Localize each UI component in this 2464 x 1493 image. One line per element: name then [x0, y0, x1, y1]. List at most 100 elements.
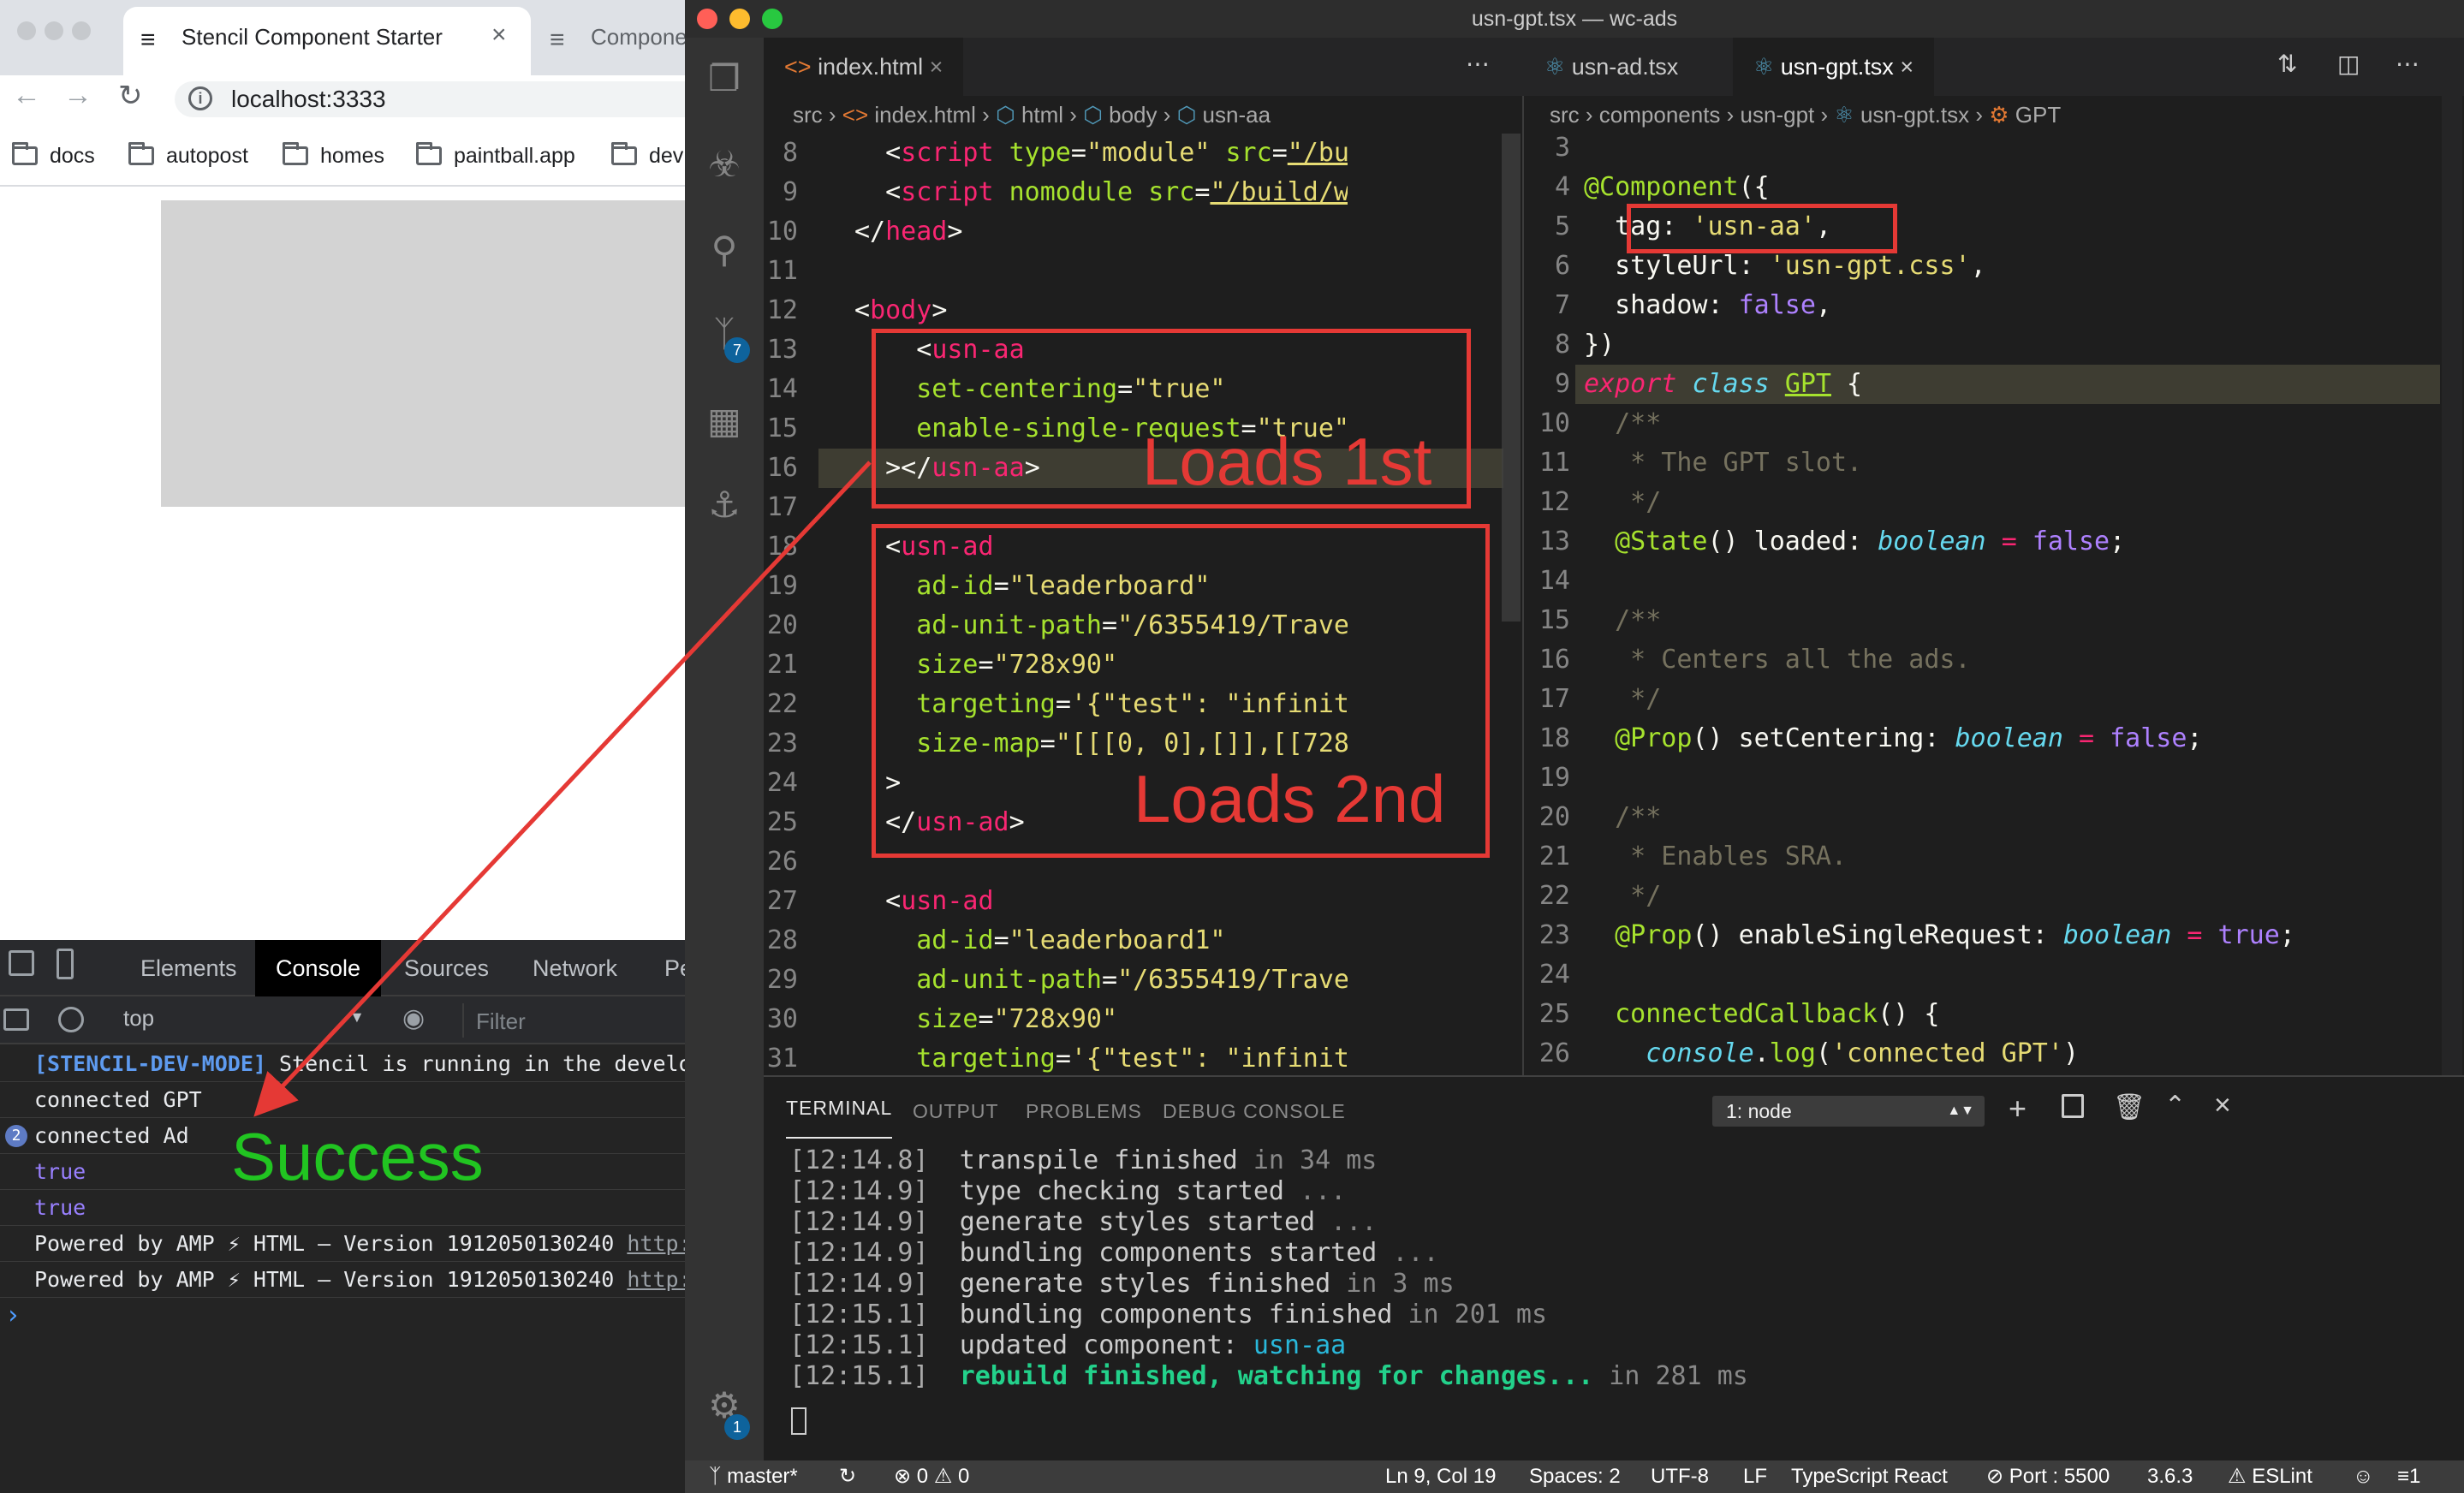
breadcrumb-item[interactable]: body — [1109, 102, 1157, 128]
tab-label: usn-ad.tsx — [1571, 54, 1679, 80]
forward-arrow-icon[interactable]: → — [63, 79, 92, 112]
tab-sources[interactable]: Sources — [384, 940, 509, 996]
console-prompt[interactable]: › — [5, 1298, 21, 1334]
eslint-label: ESLint — [2252, 1465, 2312, 1488]
line-ending[interactable]: LF — [1743, 1460, 1767, 1493]
close-window-button[interactable] — [17, 21, 36, 40]
eslint-status[interactable]: ⚠ ESLint — [2228, 1460, 2312, 1493]
close-tab-icon[interactable]: × — [930, 54, 943, 80]
tab-debug-console[interactable]: DEBUG CONSOLE — [1163, 1077, 1346, 1145]
editor2-scrollbar[interactable] — [2442, 96, 2462, 1075]
address-bar[interactable]: i localhost:3333 — [175, 81, 723, 117]
close-panel-icon[interactable]: × — [2214, 1089, 2231, 1122]
ts-version[interactable]: 3.6.3 — [2147, 1460, 2193, 1493]
close-tab-icon[interactable]: × — [491, 21, 507, 50]
bookmark-paintball[interactable]: paintball.app — [416, 130, 575, 181]
line-number: 10 — [766, 217, 798, 247]
device-toolbar-icon[interactable] — [57, 949, 74, 979]
eye-icon[interactable]: ◉ — [402, 1003, 425, 1033]
tab-usn-ad[interactable]: ⚛ usn-ad.tsx — [1524, 38, 1699, 96]
info-icon[interactable]: i — [188, 86, 212, 110]
files-icon[interactable]: ❐ — [700, 55, 748, 103]
line-number: 9 — [1554, 369, 1570, 399]
chevron-down-icon: ▲▼ — [1947, 1103, 1974, 1118]
split-terminal-icon[interactable] — [2062, 1094, 2084, 1118]
breadcrumb-item[interactable]: GPT — [2015, 102, 2061, 128]
window-title-bar: usn-gpt.tsx — wc-ads — [685, 0, 2464, 38]
toolbar-divider — [0, 185, 685, 187]
console-prefix: [STENCIL-DEV-MODE] — [34, 1051, 266, 1076]
log-tail: ... — [1283, 1176, 1347, 1206]
cursor-position[interactable]: Ln 9, Col 19 — [1385, 1460, 1496, 1493]
tab-usn-gpt[interactable]: ⚛ usn-gpt.tsx × — [1733, 38, 1935, 96]
problems-indicator[interactable]: ⊗ 0 ⚠ 0 — [894, 1460, 969, 1493]
console-filter-input[interactable]: Filter — [462, 1003, 685, 1038]
tab-problems[interactable]: PROBLEMS — [1026, 1077, 1142, 1145]
feedback-icon[interactable]: ☺ — [2353, 1460, 2374, 1493]
tab-terminal[interactable]: TERMINAL — [786, 1084, 893, 1139]
breadcrumb-item[interactable]: usn-aa — [1203, 102, 1271, 128]
indentation[interactable]: Spaces: 2 — [1529, 1460, 1621, 1493]
split-editor-icon[interactable]: ◫ — [2337, 50, 2360, 78]
context-selector[interactable]: top — [123, 1005, 154, 1032]
more-actions-icon[interactable]: ⋯ — [2396, 50, 2419, 78]
element-icon: ⬡ — [1176, 102, 1197, 128]
console-link[interactable]: http:/ — [627, 1267, 685, 1292]
html-file-icon: <> — [784, 54, 812, 80]
terminal-output[interactable]: [12:14.8] transpile finished in 34 ms [1… — [764, 1145, 2464, 1462]
minimize-window-button[interactable] — [45, 21, 63, 40]
breadcrumb-item[interactable]: src — [1550, 102, 1580, 128]
close-window-button[interactable] — [697, 9, 717, 29]
minimize-window-button[interactable] — [729, 9, 750, 29]
bookmark-docs[interactable]: docs — [12, 130, 95, 181]
inspect-element-icon[interactable] — [9, 950, 34, 976]
tab-network[interactable]: Network — [512, 940, 638, 996]
editor2-code[interactable]: @Component({ tag: 'usn-aa', styleUrl: 'u… — [1584, 128, 2440, 1074]
line-number: 6 — [1554, 251, 1570, 281]
chevron-down-icon[interactable]: ▼ — [349, 1008, 365, 1026]
clear-console-icon[interactable] — [58, 1007, 84, 1032]
close-tab-icon[interactable]: × — [1900, 54, 1913, 80]
zoom-window-button[interactable] — [72, 21, 91, 40]
breadcrumb-item[interactable]: src — [793, 102, 823, 128]
console-link[interactable]: http:/ — [627, 1231, 685, 1256]
breadcrumb-item[interactable]: components — [1599, 102, 1721, 128]
tab-elements[interactable]: Elements — [120, 940, 258, 996]
sidebar-toggle-icon[interactable] — [3, 1008, 29, 1031]
more-actions-icon[interactable]: ⋯ — [1466, 50, 1490, 78]
log-tail: in 34 ms — [1237, 1145, 1378, 1175]
sync-icon[interactable]: ↻ — [839, 1460, 856, 1493]
terminal-line: [12:14.8] transpile finished in 34 ms — [789, 1145, 1377, 1176]
live-server-port[interactable]: ⊘ Port : 5500 — [1986, 1460, 2110, 1493]
encoding[interactable]: UTF-8 — [1651, 1460, 1709, 1493]
add-terminal-icon[interactable]: + — [2009, 1091, 2027, 1127]
breadcrumb-item[interactable]: html — [1021, 102, 1063, 128]
breadcrumb-item[interactable]: usn-gpt.tsx — [1860, 102, 1969, 128]
line-number: 15 — [766, 413, 798, 443]
console-filter-bar: top ▼ ◉ Filter — [0, 996, 685, 1044]
console-text: connected GPT — [34, 1087, 202, 1112]
tab-index-html[interactable]: <> index.html × — [764, 38, 964, 96]
browser-tab-bar: ≡ Stencil Component Starter × ≡ Compone — [0, 0, 687, 75]
language-mode[interactable]: TypeScript React — [1791, 1460, 1948, 1493]
line-number: 22 — [1539, 881, 1570, 911]
bookmark-homes[interactable]: homes — [283, 130, 384, 181]
notifications[interactable]: ≡1 — [2397, 1460, 2420, 1493]
reload-icon[interactable]: ↻ — [118, 79, 143, 113]
bookmark-dev[interactable]: dev — [611, 130, 683, 181]
maximize-panel-icon[interactable]: ⌃ — [2164, 1091, 2186, 1121]
tab-output[interactable]: OUTPUT — [913, 1077, 999, 1145]
trash-icon[interactable]: 🗑 — [2113, 1092, 2146, 1122]
zoom-window-button[interactable] — [762, 9, 783, 29]
terminal-select[interactable]: 1: node ▲▼ — [1712, 1096, 1985, 1127]
breadcrumb-item[interactable]: index.html — [874, 102, 976, 128]
branch-indicator[interactable]: ᛉ master* — [709, 1460, 798, 1493]
line-number: 8 — [1554, 330, 1570, 360]
bookmark-autopost[interactable]: autopost — [128, 130, 248, 181]
breadcrumb-item[interactable]: usn-gpt — [1741, 102, 1815, 128]
tab-console[interactable]: Console — [255, 940, 382, 996]
back-arrow-icon[interactable]: ← — [12, 79, 41, 112]
open-changes-icon[interactable]: ⇅ — [2277, 50, 2297, 78]
browser-tab-active[interactable]: ≡ Stencil Component Starter × — [123, 7, 531, 75]
browser-tab-inactive[interactable]: ≡ Compone — [538, 7, 687, 75]
